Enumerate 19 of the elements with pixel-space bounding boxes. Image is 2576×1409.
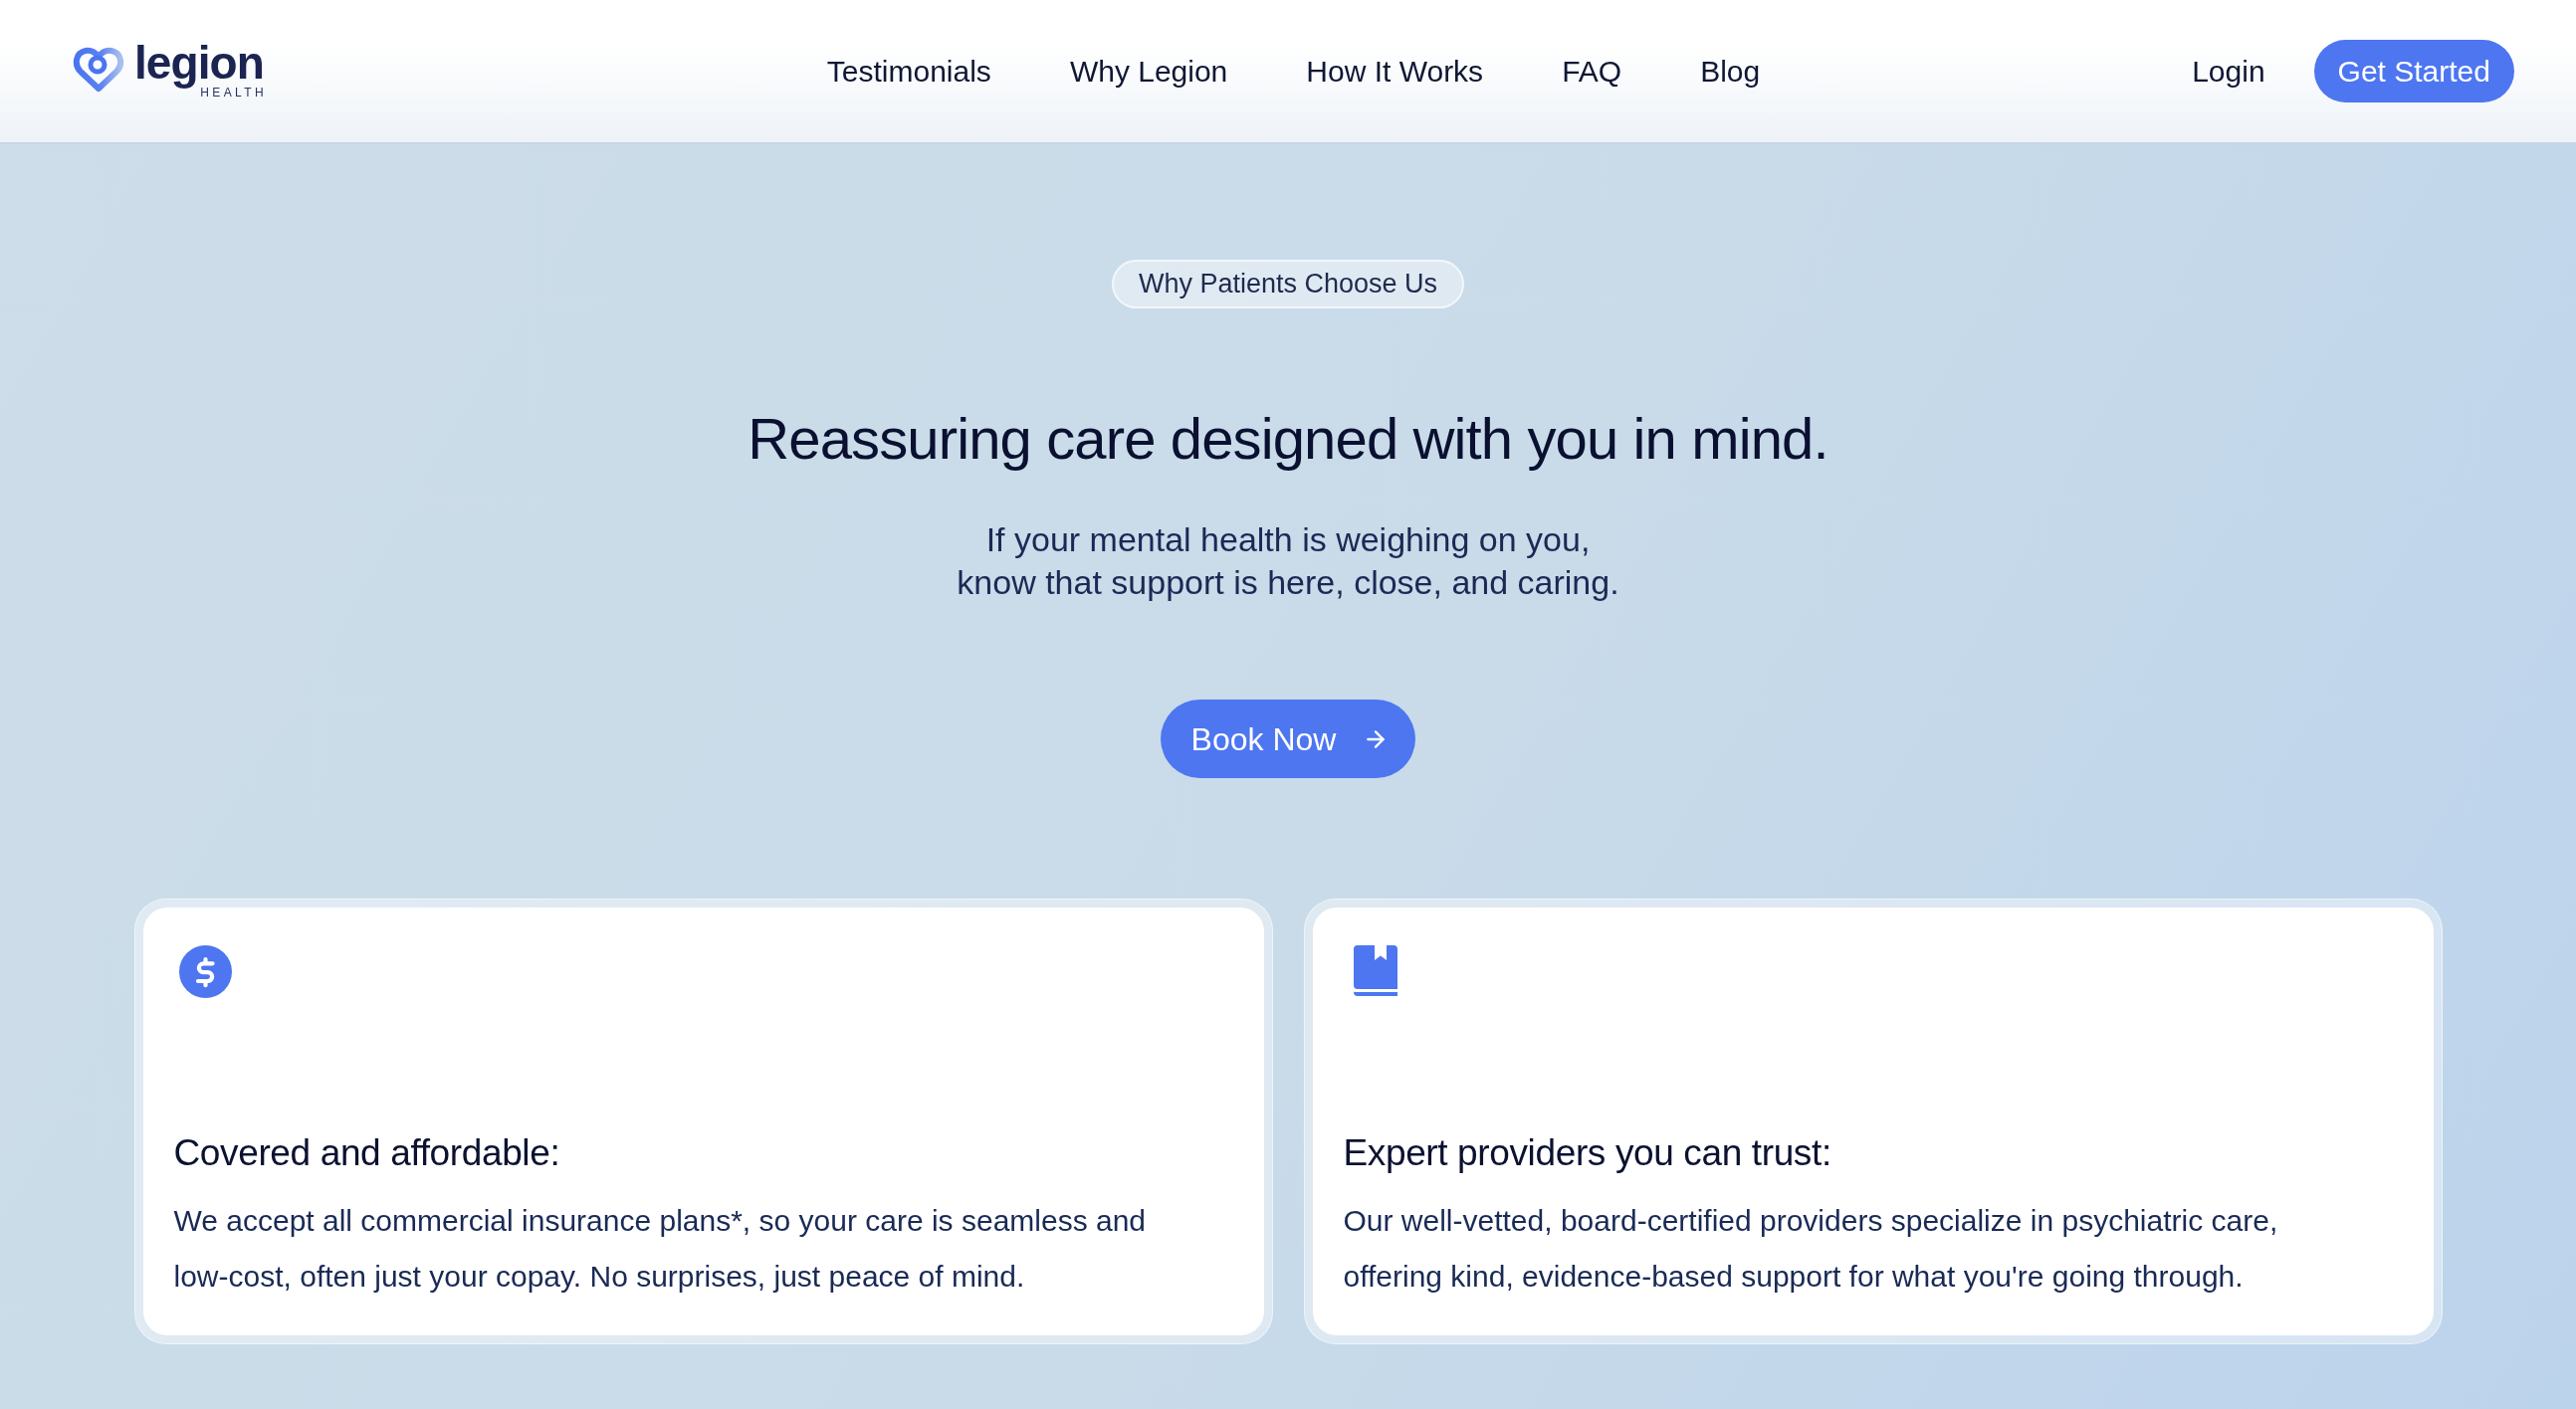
nav-link[interactable]: Testimonials bbox=[826, 51, 991, 92]
hero-subtitle: If your mental health is weighing on you, know that support is here, close, and caring. bbox=[957, 519, 1619, 603]
feature-description: Our well-vetted, board-certified providers specialize in psychiatric care, offering kind, evidence-based support for what you're going through. bbox=[1343, 1203, 2279, 1295]
section-tag: Why Patients Choose Us bbox=[1111, 260, 1465, 308]
nav-link[interactable]: Why Legion bbox=[1069, 51, 1228, 92]
get-started-button[interactable]: Get Started bbox=[2313, 40, 2514, 102]
book-now-button[interactable]: Book Now bbox=[1160, 700, 1416, 778]
hero-heading: Reassuring care designed with you in mind. bbox=[748, 405, 1828, 473]
dollar-circle-icon bbox=[178, 945, 232, 998]
logo-tagline: HEALTH bbox=[200, 87, 267, 99]
heart-logo-icon bbox=[73, 46, 124, 93]
nav-link[interactable]: Blog bbox=[1700, 51, 1761, 92]
login-link[interactable]: Login bbox=[2192, 51, 2265, 92]
feature-description: We accept all commercial insurance plans*, so your care is seamless and low-cost, often just your copay. No surprises, just peace of mind. bbox=[173, 1203, 1148, 1295]
bookmarked-book-icon bbox=[1353, 945, 1397, 997]
nav-link[interactable]: FAQ bbox=[1562, 51, 1622, 92]
feature-title: Covered and affordable: bbox=[173, 1131, 561, 1175]
feature-title: Expert providers you can trust: bbox=[1343, 1131, 1832, 1175]
nav-link[interactable]: How It Works bbox=[1306, 51, 1484, 92]
